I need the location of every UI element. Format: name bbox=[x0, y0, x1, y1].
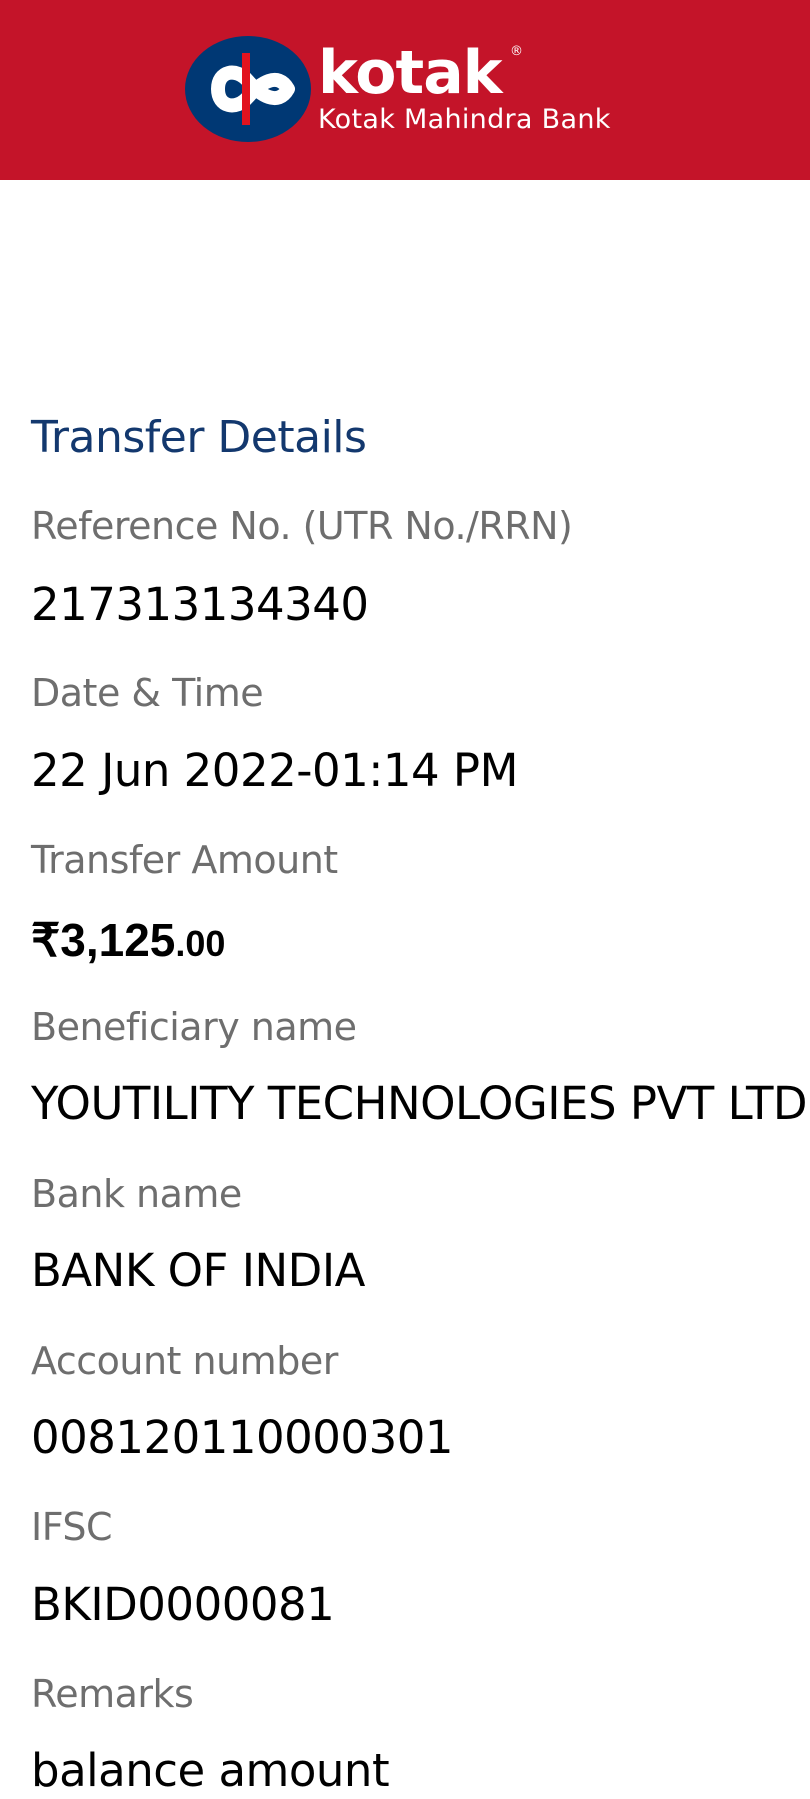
kotak-infinity-logo-icon bbox=[185, 36, 311, 142]
brand-subtitle: Kotak Mahindra Bank bbox=[318, 104, 611, 135]
account-label: Account number bbox=[31, 1339, 338, 1383]
amount-paise: .00 bbox=[175, 923, 226, 964]
amount-label: Transfer Amount bbox=[31, 838, 338, 882]
bank-value: BANK OF INDIA bbox=[31, 1244, 365, 1297]
registered-mark: ® bbox=[510, 44, 523, 59]
datetime-label: Date & Time bbox=[31, 671, 264, 715]
bank-header: kotak ® Kotak Mahindra Bank bbox=[0, 0, 810, 180]
bank-label: Bank name bbox=[31, 1172, 242, 1216]
datetime-value: 22 Jun 2022-01:14 PM bbox=[31, 744, 518, 797]
ifsc-label: IFSC bbox=[31, 1505, 113, 1549]
beneficiary-value: YOUTILITY TECHNOLOGIES PVT LTD bbox=[31, 1077, 808, 1130]
brand-name: kotak bbox=[318, 38, 503, 108]
reference-label: Reference No. (UTR No./RRN) bbox=[31, 504, 573, 548]
reference-value: 217313134340 bbox=[31, 578, 369, 631]
remarks-label: Remarks bbox=[31, 1672, 194, 1716]
section-title: Transfer Details bbox=[31, 412, 367, 463]
amount-main: ₹3,125 bbox=[31, 914, 176, 966]
amount-value: ₹3,125.00 bbox=[31, 912, 225, 972]
ifsc-value: BKID0000081 bbox=[31, 1578, 335, 1631]
remarks-value: balance amount bbox=[31, 1744, 390, 1797]
account-value: 008120110000301 bbox=[31, 1411, 453, 1464]
beneficiary-label: Beneficiary name bbox=[31, 1005, 357, 1049]
